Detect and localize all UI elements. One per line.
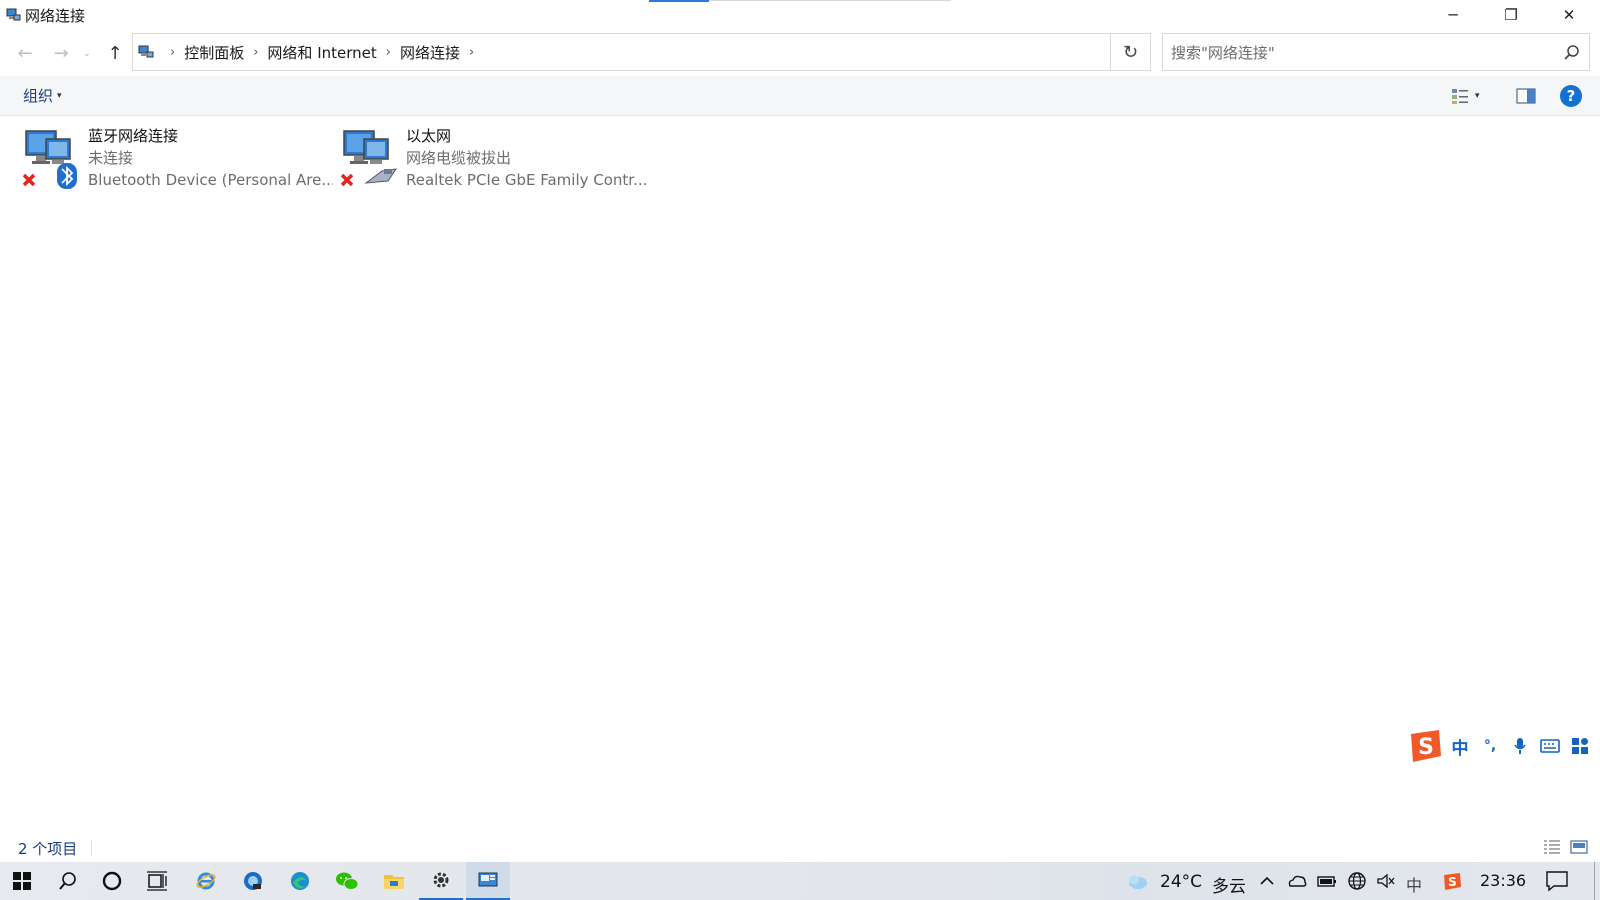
action-center-icon[interactable] <box>1545 870 1569 892</box>
command-bar: 组织 ▾ ▾ ? <box>0 76 1600 116</box>
microphone-icon[interactable] <box>1505 731 1535 761</box>
up-button[interactable]: ↑ <box>102 40 128 66</box>
caret-down-icon[interactable]: ▾ <box>1475 91 1480 101</box>
breadcrumb-separator[interactable]: › <box>253 45 258 60</box>
svg-text:S: S <box>1418 735 1434 760</box>
globe-network-icon[interactable] <box>1346 870 1368 892</box>
breadcrumb: › 控制面板 › 网络和 Internet › 网络连接 › <box>161 34 483 70</box>
close-icon: ✕ <box>1562 6 1576 24</box>
sogou-tray-icon[interactable]: S <box>1441 870 1463 892</box>
network-connections-icon <box>6 8 21 21</box>
connections-list: 蓝牙网络连接 未连接 Bluetooth Device (Personal Ar… <box>0 117 1600 827</box>
cortana-icon[interactable] <box>90 862 134 900</box>
organize-label: 组织 <box>23 87 54 105</box>
navigation-bar: ← → ⌄ ↑ › 控制面板 › 网络和 Internet › 网络连接 › ↻ <box>0 32 1600 72</box>
forward-button[interactable]: → <box>48 40 74 66</box>
windows-start-icon[interactable] <box>0 862 44 900</box>
edge-beta-icon[interactable] <box>231 862 275 900</box>
help-button[interactable]: ? <box>1560 85 1582 107</box>
keyboard-icon[interactable] <box>1535 731 1565 761</box>
weather-cloud-icon[interactable] <box>1126 870 1148 892</box>
forward-arrow-icon: → <box>53 42 69 64</box>
sogou-icon[interactable]: S <box>1405 726 1445 766</box>
network-connections-taskbar-icon[interactable] <box>466 862 510 900</box>
task-view-icon[interactable] <box>135 862 179 900</box>
organize-menu-button[interactable]: 组织 ▾ <box>23 85 62 106</box>
item-count: 2 个项目 <box>18 840 78 858</box>
back-arrow-icon: ← <box>17 42 33 64</box>
tiles-view-icon[interactable] <box>1570 839 1588 855</box>
chevron-down-icon: ⌄ <box>82 47 92 59</box>
list-item-bluetooth-connection[interactable]: 蓝牙网络连接 未连接 Bluetooth Device (Personal Ar… <box>20 125 333 193</box>
breadcrumb-network-internet[interactable]: 网络和 Internet <box>267 42 376 63</box>
ime-mode-toggle[interactable]: 中 <box>1445 731 1475 761</box>
search-icon <box>1564 45 1579 60</box>
connection-name: 蓝牙网络连接 <box>88 127 179 145</box>
wechat-icon[interactable] <box>325 862 369 900</box>
volume-muted-icon[interactable] <box>1375 870 1397 892</box>
recent-locations-button[interactable]: ⌄ <box>78 40 96 66</box>
settings-icon[interactable] <box>419 862 463 900</box>
connection-status: 网络电缆被拔出 <box>406 149 512 167</box>
ime-language-indicator[interactable]: 中 <box>1406 872 1422 896</box>
back-button[interactable]: ← <box>12 40 38 66</box>
view-options-icon <box>1452 89 1468 104</box>
details-view-icon[interactable] <box>1543 839 1561 855</box>
address-bar[interactable]: › 控制面板 › 网络和 Internet › 网络连接 › <box>132 33 1229 71</box>
network-connections-icon <box>138 45 154 58</box>
file-explorer-icon[interactable] <box>372 862 416 900</box>
chevron-up-icon[interactable] <box>1256 870 1278 892</box>
search-icon[interactable] <box>46 862 90 900</box>
breadcrumb-control-panel[interactable]: 控制面板 <box>184 42 244 63</box>
list-item-ethernet-connection[interactable]: 以太网 网络电缆被拔出 Realtek PCIe GbE Family Cont… <box>338 125 648 193</box>
connection-device: Realtek PCIe GbE Family Contr... <box>406 171 648 189</box>
clock[interactable]: 23:36 <box>1480 871 1526 890</box>
taskbar: 24°C 多云 中 S 23:36 <box>0 862 1600 900</box>
status-bar: 2 个项目 <box>0 834 1600 862</box>
refresh-icon: ↻ <box>1122 41 1139 63</box>
show-desktop-button[interactable] <box>1594 862 1595 900</box>
restore-button[interactable]: ❐ <box>1482 0 1540 30</box>
tab-indicator <box>649 0 709 2</box>
search-input[interactable] <box>1171 42 1541 64</box>
up-arrow-icon: ↑ <box>107 42 123 64</box>
minimize-button[interactable]: ─ <box>1424 0 1482 30</box>
close-button[interactable]: ✕ <box>1540 0 1598 30</box>
breadcrumb-separator[interactable]: › <box>386 45 391 60</box>
weather-description[interactable]: 多云 <box>1212 872 1246 897</box>
toolbox-icon[interactable] <box>1565 731 1595 761</box>
breadcrumb-separator[interactable]: › <box>469 45 474 60</box>
status-divider <box>91 840 92 856</box>
tab-indicator-track <box>709 0 951 1</box>
connection-status: 未连接 <box>88 149 134 167</box>
search-box[interactable] <box>1162 33 1590 71</box>
change-view-button[interactable]: ▾ <box>1451 85 1493 107</box>
battery-icon[interactable] <box>1316 870 1338 892</box>
refresh-button[interactable]: ↻ <box>1111 33 1151 71</box>
ethernet-network-icon <box>340 130 398 187</box>
breadcrumb-separator[interactable]: › <box>170 45 175 60</box>
preview-pane-icon[interactable] <box>1515 85 1537 107</box>
weather-temperature[interactable]: 24°C <box>1160 872 1202 892</box>
restore-icon: ❐ <box>1504 6 1518 24</box>
title-bar: 网络连接 ─ ❐ ✕ <box>0 0 1600 30</box>
connection-device: Bluetooth Device (Personal Are... <box>88 171 333 189</box>
connection-name: 以太网 <box>406 127 452 145</box>
svg-text:S: S <box>1448 875 1457 889</box>
ime-punctuation-toggle[interactable]: °, <box>1475 731 1505 761</box>
breadcrumb-network-connections[interactable]: 网络连接 <box>400 42 460 63</box>
minimize-icon: ─ <box>1448 6 1458 24</box>
bluetooth-network-icon <box>22 130 77 189</box>
onedrive-icon[interactable] <box>1286 870 1308 892</box>
edge-icon[interactable] <box>278 862 322 900</box>
ie-icon[interactable] <box>184 862 228 900</box>
ime-toolbar: S 中 °, <box>1405 726 1600 766</box>
window-title: 网络连接 <box>25 7 86 25</box>
caret-down-icon: ▾ <box>57 90 62 101</box>
